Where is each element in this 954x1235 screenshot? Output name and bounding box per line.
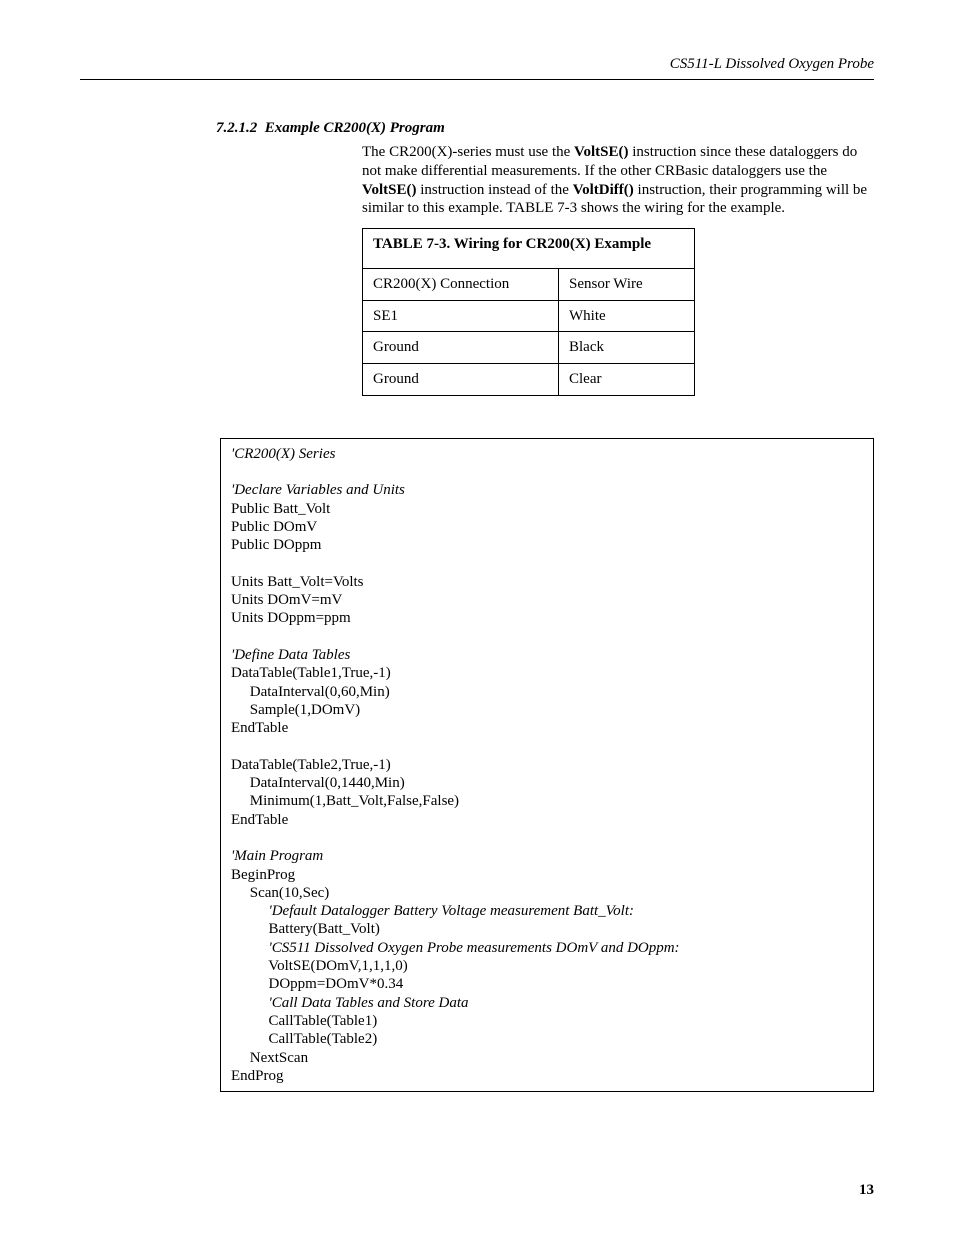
intro-paragraph: The CR200(X)-series must use the VoltSE(… (362, 143, 874, 218)
page: CS511-L Dissolved Oxygen Probe 7.2.1.2 E… (0, 0, 954, 1235)
code-line: EndProg (231, 1068, 284, 1084)
wiring-table: TABLE 7-3. Wiring for CR200(X) Example C… (362, 228, 695, 396)
p1-d: VoltSE() (362, 182, 416, 198)
cell: Ground (363, 332, 559, 364)
code-line: DataTable(Table2,True,-1) (231, 757, 391, 773)
table-title: TABLE 7-3. Wiring for CR200(X) Example (363, 229, 695, 269)
code-line: Units Batt_Volt=Volts (231, 574, 364, 590)
code-line: 'CS511 Dissolved Oxygen Probe measuremen… (231, 940, 680, 956)
code-line: Units DOppm=ppm (231, 610, 351, 626)
p1-b: VoltSE() (574, 144, 628, 160)
body-block: The CR200(X)-series must use the VoltSE(… (362, 143, 874, 396)
code-line: 'Define Data Tables (231, 647, 350, 663)
cell: Ground (363, 364, 559, 396)
code-line: VoltSE(DOmV,1,1,1,0) (231, 958, 408, 974)
code-line: Scan(10,Sec) (231, 885, 329, 901)
code-line: Public DOmV (231, 519, 317, 535)
col-header-2: Sensor Wire (559, 268, 695, 300)
header-rule (80, 79, 874, 80)
code-line: EndTable (231, 812, 288, 828)
code-line: DataTable(Table1,True,-1) (231, 665, 391, 681)
table-header-row: CR200(X) Connection Sensor Wire (363, 268, 695, 300)
p1-a: The CR200(X)-series must use the (362, 144, 574, 160)
cell: Black (559, 332, 695, 364)
code-line: DataInterval(0,1440,Min) (231, 775, 405, 791)
code-listing: 'CR200(X) Series 'Declare Variables and … (220, 438, 874, 1092)
col-header-1: CR200(X) Connection (363, 268, 559, 300)
p1-f: VoltDiff() (573, 182, 634, 198)
table-title-row: TABLE 7-3. Wiring for CR200(X) Example (363, 229, 695, 269)
code-line: Battery(Batt_Volt) (231, 921, 380, 937)
code-line: 'Default Datalogger Battery Voltage meas… (231, 903, 634, 919)
cell: SE1 (363, 300, 559, 332)
code-line: Sample(1,DOmV) (231, 702, 360, 718)
code-line: 'Declare Variables and Units (231, 482, 405, 498)
code-line: 'CR200(X) Series (231, 446, 335, 462)
section-number: 7.2.1.2 (216, 120, 257, 136)
code-line: 'Main Program (231, 848, 323, 864)
p1-e: instruction instead of the (416, 182, 572, 198)
running-header: CS511-L Dissolved Oxygen Probe (80, 56, 874, 73)
code-line: EndTable (231, 720, 288, 736)
code-line: 'Call Data Tables and Store Data (231, 995, 469, 1011)
code-line: DataInterval(0,60,Min) (231, 684, 390, 700)
cell: White (559, 300, 695, 332)
section-title: Example CR200(X) Program (265, 120, 445, 136)
code-line: DOppm=DOmV*0.34 (231, 976, 403, 992)
code-line: BeginProg (231, 867, 295, 883)
page-number: 13 (859, 1182, 874, 1199)
code-line: Public DOppm (231, 537, 321, 553)
code-line: CallTable(Table2) (231, 1031, 377, 1047)
code-line: Public Batt_Volt (231, 501, 330, 517)
code-line: NextScan (231, 1050, 308, 1066)
cell: Clear (559, 364, 695, 396)
code-line: Units DOmV=mV (231, 592, 342, 608)
table-row: SE1 White (363, 300, 695, 332)
table-row: Ground Black (363, 332, 695, 364)
table-row: Ground Clear (363, 364, 695, 396)
code-line: CallTable(Table1) (231, 1013, 377, 1029)
section-heading: 7.2.1.2 Example CR200(X) Program (216, 120, 874, 137)
code-line: Minimum(1,Batt_Volt,False,False) (231, 793, 459, 809)
